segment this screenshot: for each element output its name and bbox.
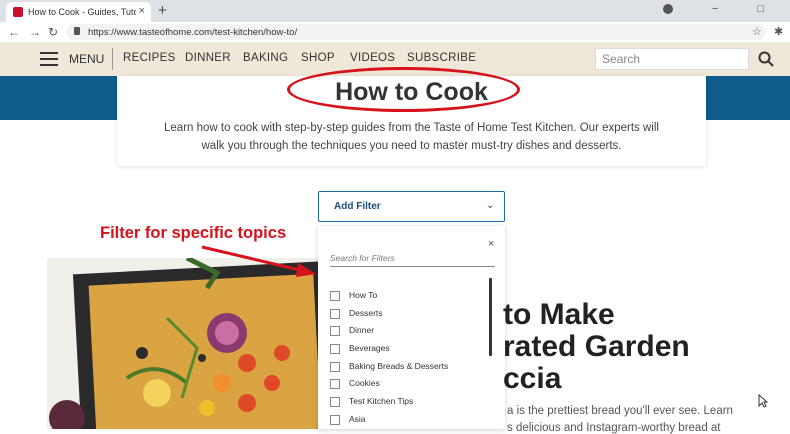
article-title-line: rated Garden	[503, 330, 690, 363]
chevron-down-icon: ⌄	[486, 200, 495, 211]
nav-item-baking[interactable]: BAKING	[243, 52, 288, 64]
extensions-icon[interactable]: ✱	[774, 25, 783, 38]
article-body-line: s delicious and Instagram-worthy bread a…	[507, 422, 721, 434]
nav-item-shop[interactable]: SHOP	[301, 52, 335, 64]
checkbox[interactable]	[330, 290, 340, 301]
checkbox[interactable]	[330, 325, 340, 336]
filter-option-label: Asia	[349, 414, 366, 424]
nav-item-subscribe[interactable]: SUBSCRIBE	[407, 52, 476, 64]
window-controls: − □	[662, 3, 782, 15]
checkbox[interactable]	[330, 414, 340, 425]
reload-icon[interactable]: ↻	[48, 25, 58, 39]
nav-item-recipes[interactable]: RECIPES	[123, 52, 176, 64]
divider	[112, 48, 113, 70]
url-text: https://www.tasteofhome.com/test-kitchen…	[88, 27, 298, 38]
focaccia-photo	[47, 258, 318, 429]
tab-close-icon[interactable]: ×	[139, 5, 145, 17]
checkbox[interactable]	[330, 378, 340, 389]
maximize-icon[interactable]: □	[757, 3, 782, 15]
filter-option-label: Baking Breads & Desserts	[349, 361, 449, 371]
nav-item-dinner[interactable]: DINNER	[185, 52, 231, 64]
back-arrow-icon[interactable]: ←	[8, 25, 20, 39]
highlight-oval	[287, 67, 520, 112]
menu-label[interactable]: MENU	[69, 52, 104, 66]
filter-option[interactable]: Dinner	[330, 325, 374, 336]
annotation-label: Filter for specific topics	[100, 224, 287, 242]
article-title-line: ccia	[503, 362, 562, 395]
filter-option-label: Beverages	[349, 343, 390, 353]
lock-icon	[74, 27, 80, 35]
checkbox[interactable]	[330, 396, 340, 407]
filter-search-input[interactable]: Search for Filters	[330, 248, 495, 267]
add-filter-button[interactable]: Add Filter ⌄	[318, 191, 505, 222]
intro-line: walk you through the techniques you need…	[201, 140, 622, 152]
filter-dropdown: × Search for Filters How To Desserts Din…	[318, 226, 505, 429]
new-tab-icon[interactable]: +	[158, 2, 167, 19]
checkbox[interactable]	[330, 308, 340, 319]
scrollbar[interactable]	[489, 278, 492, 356]
search-icon[interactable]	[758, 51, 774, 67]
search-input[interactable]: Search	[595, 48, 749, 70]
forward-arrow-icon[interactable]: →	[29, 25, 41, 39]
filter-option[interactable]: How To	[330, 290, 377, 301]
article-title-line: to Make	[503, 298, 615, 331]
filter-option[interactable]: Baking Breads & Desserts	[330, 361, 448, 372]
filter-option[interactable]: Asia	[330, 414, 366, 425]
hamburger-icon[interactable]	[40, 52, 58, 66]
filter-option[interactable]: Cookies	[330, 378, 380, 389]
tab-title: How to Cook - Guides, Tutorials &	[28, 7, 136, 17]
add-filter-label: Add Filter	[334, 201, 381, 212]
browser-tab-strip: How to Cook - Guides, Tutorials & × + − …	[0, 0, 790, 22]
filter-option-label: Desserts	[349, 308, 383, 318]
star-icon[interactable]: ☆	[752, 25, 762, 38]
filter-option[interactable]: Test Kitchen Tips	[330, 396, 413, 407]
address-bar-row: ← → ↻ https://www.tasteofhome.com/test-k…	[0, 22, 790, 43]
filter-option[interactable]: Desserts	[330, 308, 383, 319]
filter-option[interactable]: Beverages	[330, 343, 390, 354]
intro-line: Learn how to cook with step-by-step guid…	[164, 122, 659, 134]
article-body-line: a is the prettiest bread you'll ever see…	[507, 405, 733, 417]
filter-option-label: Test Kitchen Tips	[349, 396, 414, 406]
nav-item-videos[interactable]: VIDEOS	[350, 52, 395, 64]
filter-option-label: How To	[349, 290, 378, 300]
url-field[interactable]: https://www.tasteofhome.com/test-kitchen…	[66, 24, 766, 40]
profile-icon[interactable]	[662, 4, 673, 15]
annotation-arrow-icon	[201, 245, 316, 277]
browser-tab[interactable]: How to Cook - Guides, Tutorials & ×	[6, 2, 151, 22]
intro-text: Learn how to cook with step-by-step guid…	[137, 119, 686, 155]
checkbox[interactable]	[330, 343, 340, 354]
minimize-icon[interactable]: −	[712, 3, 736, 15]
mouse-cursor-icon	[758, 394, 768, 408]
filter-option-label: Cookies	[349, 378, 380, 388]
favicon-icon	[13, 7, 23, 17]
checkbox[interactable]	[330, 361, 340, 372]
filter-option-label: Dinner	[349, 325, 375, 335]
